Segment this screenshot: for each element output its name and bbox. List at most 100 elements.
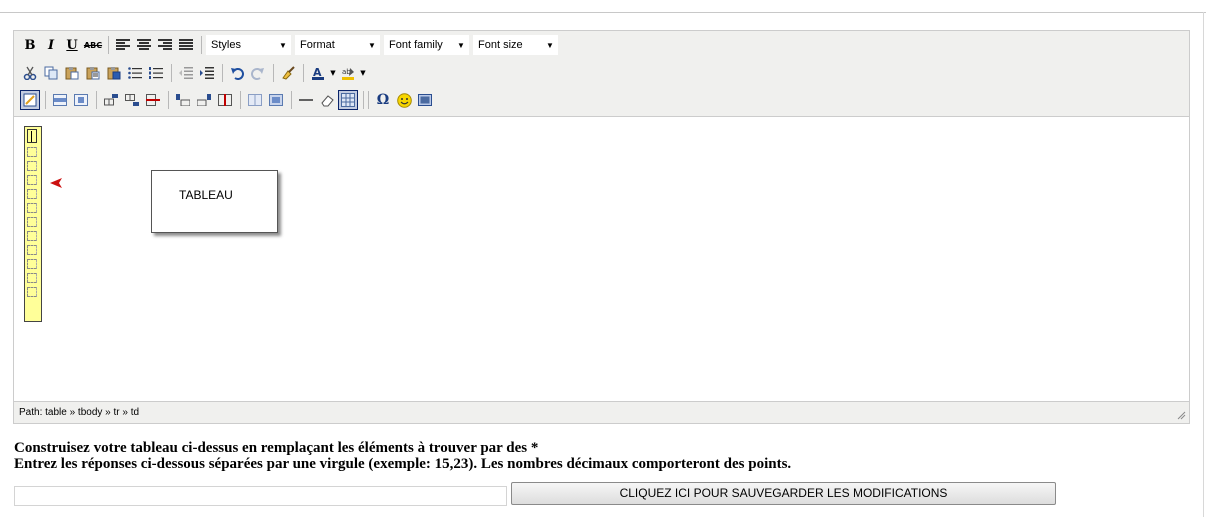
font-size-dropdown[interactable]: Font size ▼ [473, 35, 558, 55]
chevron-down-icon: ▼ [546, 40, 554, 50]
highlighted-table[interactable] [24, 126, 42, 322]
background-color-button[interactable]: ab [338, 63, 358, 83]
omega-icon: Ω [376, 92, 390, 108]
text-color-button[interactable]: A [308, 63, 328, 83]
callout-text: TABLEAU [179, 188, 233, 202]
bold-icon: B [24, 37, 36, 53]
insert-row-after-icon [125, 94, 139, 106]
copy-button[interactable] [41, 63, 61, 83]
toolbar-row-2: A ▼ ab ▼ [20, 62, 368, 84]
align-left-icon [116, 39, 130, 50]
editor-content-area[interactable]: TABLEAU [14, 118, 1189, 401]
italic-button[interactable]: I [41, 35, 61, 55]
redo-button[interactable] [248, 63, 268, 83]
table-cell[interactable] [27, 259, 37, 269]
editor-statusbar: Path: table » tbody » tr » td [14, 401, 1189, 423]
cut-button[interactable] [20, 63, 40, 83]
remove-format-button[interactable] [317, 90, 337, 110]
align-center-button[interactable] [134, 35, 154, 55]
tableau-callout: TABLEAU [151, 170, 278, 233]
underline-icon: U [66, 37, 78, 53]
special-char-button[interactable]: Ω [373, 90, 393, 110]
media-button[interactable] [415, 90, 435, 110]
align-right-icon [158, 39, 172, 50]
format-label: Format [300, 39, 335, 51]
insert-col-before-button[interactable] [173, 90, 193, 110]
toolbar-separator [222, 64, 223, 82]
insert-row-before-button[interactable] [101, 90, 121, 110]
align-left-button[interactable] [113, 35, 133, 55]
numbered-list-button[interactable] [146, 63, 166, 83]
visual-aid-icon [341, 93, 355, 107]
bold-button[interactable]: B [20, 35, 40, 55]
table-cell-active[interactable] [27, 129, 37, 143]
horizontal-rule-button[interactable] [296, 90, 316, 110]
paste-text-button[interactable] [83, 63, 103, 83]
indent-button[interactable] [197, 63, 217, 83]
table-cell[interactable] [27, 231, 37, 241]
align-center-icon [137, 39, 151, 50]
toolbar-separator [273, 64, 274, 82]
table-properties-button[interactable] [20, 90, 40, 110]
cleanup-button[interactable] [278, 63, 298, 83]
undo-button[interactable] [227, 63, 247, 83]
cell-properties-button[interactable] [71, 90, 91, 110]
table-cell[interactable] [27, 189, 37, 199]
delete-row-button[interactable] [143, 90, 163, 110]
horizontal-rule-icon [299, 99, 313, 101]
toolbar-row-3: Ω [20, 89, 436, 111]
instruction-line-2: Entrez les réponses ci-dessous séparées … [14, 456, 792, 472]
toolbar-separator [368, 91, 369, 109]
answers-input[interactable] [14, 486, 507, 506]
delete-col-button[interactable] [215, 90, 235, 110]
highlight-color-icon: ab [342, 68, 354, 80]
chevron-down-icon: ▼ [330, 69, 336, 77]
split-cells-button[interactable] [245, 90, 265, 110]
row-properties-button[interactable] [50, 90, 70, 110]
text-color-dropdown[interactable]: ▼ [329, 63, 337, 83]
indent-icon [200, 67, 214, 79]
paste-button[interactable] [62, 63, 82, 83]
scissors-icon [23, 66, 37, 80]
element-path: Path: table » tbody » tr » td [19, 407, 140, 418]
toolbar-separator [108, 36, 109, 54]
paste-text-icon [86, 67, 100, 80]
insert-col-after-button[interactable] [194, 90, 214, 110]
bullet-list-button[interactable] [125, 63, 145, 83]
format-dropdown[interactable]: Format ▼ [295, 35, 380, 55]
merge-cells-button[interactable] [266, 90, 286, 110]
table-cell[interactable] [27, 203, 37, 213]
table-cell[interactable] [27, 161, 37, 171]
paste-word-button[interactable] [104, 63, 124, 83]
table-cell[interactable] [27, 245, 37, 255]
table-cell[interactable] [27, 175, 37, 185]
font-family-dropdown[interactable]: Font family ▼ [384, 35, 469, 55]
table-cell[interactable] [27, 273, 37, 283]
styles-dropdown[interactable]: Styles ▼ [206, 35, 291, 55]
font-size-label: Font size [478, 39, 523, 51]
toolbar-separator [303, 64, 304, 82]
table-cell[interactable] [27, 147, 37, 157]
align-justify-button[interactable] [176, 35, 196, 55]
table-cell[interactable] [27, 287, 37, 297]
insert-column-after-icon [197, 94, 211, 106]
save-button[interactable]: CLIQUEZ ICI POUR SAUVEGARDER LES MODIFIC… [511, 482, 1056, 505]
insert-row-after-button[interactable] [122, 90, 142, 110]
background-color-dropdown[interactable]: ▼ [359, 63, 367, 83]
emoticon-button[interactable] [394, 90, 414, 110]
table-cell[interactable] [27, 217, 37, 227]
toolbar-separator [240, 91, 241, 109]
bullet-list-icon [128, 67, 142, 79]
paste-icon [65, 67, 79, 80]
chevron-down-icon: ▼ [368, 40, 376, 50]
toolbar-separator [201, 36, 202, 54]
outdent-button[interactable] [176, 63, 196, 83]
resize-grip-icon[interactable] [1176, 410, 1186, 420]
align-right-button[interactable] [155, 35, 175, 55]
visual-aid-button[interactable] [338, 90, 358, 110]
instruction-line-1: Construisez votre tableau ci-dessus en r… [14, 440, 539, 456]
numbered-list-icon [149, 67, 163, 79]
media-icon [418, 94, 432, 106]
underline-button[interactable]: U [62, 35, 82, 55]
strikethrough-button[interactable]: ABC [83, 35, 103, 55]
